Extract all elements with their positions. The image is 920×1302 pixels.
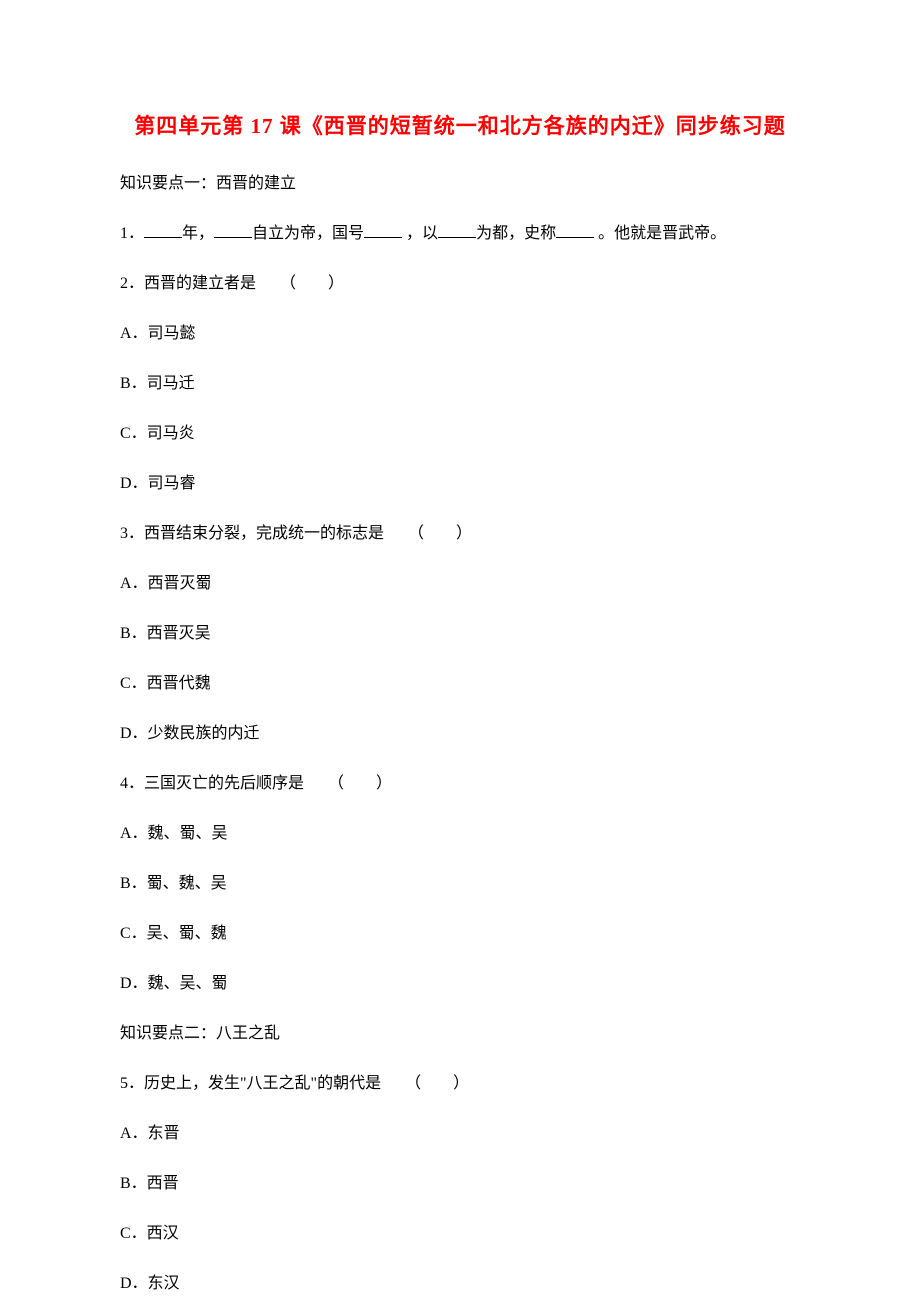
blank-2 xyxy=(214,222,252,238)
q1-text-5: 为都，史称 xyxy=(476,225,556,242)
question-3: 3．西晋结束分裂，完成统一的标志是 （ ） xyxy=(120,522,800,546)
question-2-option-a: A．司马懿 xyxy=(120,322,800,346)
question-4-option-d: D．魏、吴、蜀 xyxy=(120,972,800,996)
question-2: 2．西晋的建立者是 （ ） xyxy=(120,272,800,296)
question-4-option-a: A．魏、蜀、吴 xyxy=(120,822,800,846)
blank-5 xyxy=(556,222,594,238)
question-2-option-d: D．司马睿 xyxy=(120,472,800,496)
question-3-option-c: C．西晋代魏 xyxy=(120,672,800,696)
question-5-option-c: C．西汉 xyxy=(120,1222,800,1246)
question-4: 4．三国灭亡的先后顺序是 （ ） xyxy=(120,772,800,796)
document-title: 第四单元第 17 课《西晋的短暂统一和北方各族的内迁》同步练习题 xyxy=(120,110,800,140)
section-header-2: 知识要点二：八王之乱 xyxy=(120,1022,800,1046)
q1-text-2: 年， xyxy=(182,225,214,242)
blank-3 xyxy=(364,222,402,238)
question-5-option-b: B．西晋 xyxy=(120,1172,800,1196)
q1-text-3: 自立为帝，国号 xyxy=(252,225,364,242)
question-2-option-c: C．司马炎 xyxy=(120,422,800,446)
question-5-option-a: A．东晋 xyxy=(120,1122,800,1146)
question-5-option-d: D．东汉 xyxy=(120,1272,800,1296)
blank-4 xyxy=(438,222,476,238)
q1-text-4: ，以 xyxy=(402,225,438,242)
blank-1 xyxy=(144,222,182,238)
q1-text-6: 。他就是晋武帝。 xyxy=(594,225,726,242)
question-1: 1． 年， 自立为帝，国号 ，以 为都，史称 。他就是晋武帝。 xyxy=(120,222,800,246)
question-5: 5．历史上，发生"八王之乱"的朝代是 （ ） xyxy=(120,1072,800,1096)
section-header-1: 知识要点一：西晋的建立 xyxy=(120,172,800,196)
question-4-option-b: B．蜀、魏、吴 xyxy=(120,872,800,896)
question-4-option-c: C．吴、蜀、魏 xyxy=(120,922,800,946)
question-3-option-d: D．少数民族的内迁 xyxy=(120,722,800,746)
question-3-option-a: A．西晋灭蜀 xyxy=(120,572,800,596)
q1-text-1: 1． xyxy=(120,225,144,242)
question-2-option-b: B．司马迁 xyxy=(120,372,800,396)
question-3-option-b: B．西晋灭吴 xyxy=(120,622,800,646)
